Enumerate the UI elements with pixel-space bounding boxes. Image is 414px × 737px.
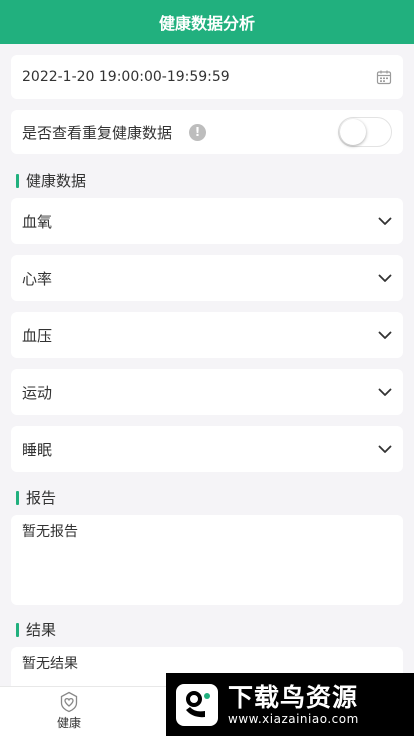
- accordion-label: 血氧: [22, 212, 53, 231]
- accordion-exercise[interactable]: 运动: [11, 369, 403, 415]
- repeat-data-toggle-row: 是否查看重复健康数据 !: [11, 110, 403, 154]
- section-accent-bar: [16, 622, 19, 637]
- watermark-url: www.xiazainiao.com: [228, 711, 359, 726]
- chevron-down-icon: [378, 217, 392, 225]
- accordion-label: 心率: [22, 269, 53, 288]
- chevron-down-icon: [378, 274, 392, 282]
- accordion-label: 运动: [22, 383, 53, 402]
- section-health-data: 健康数据: [16, 170, 86, 191]
- info-icon[interactable]: !: [189, 123, 207, 141]
- accordion-heart-rate[interactable]: 心率: [11, 255, 403, 301]
- nav-health-label: 健康: [56, 716, 81, 730]
- accordion-label: 血压: [22, 326, 53, 345]
- section-accent-bar: [16, 490, 19, 505]
- page-title: 健康数据分析: [158, 14, 255, 33]
- section-report-title: 报告: [26, 489, 57, 507]
- repeat-data-toggle-label: 是否查看重复健康数据: [22, 123, 173, 142]
- heart-shield-icon: [60, 691, 78, 713]
- section-health-title: 健康数据: [26, 172, 87, 190]
- report-content-card: 暂无报告: [11, 515, 403, 605]
- watermark-banner: 下载鸟资源 www.xiazainiao.com: [166, 673, 414, 736]
- chevron-down-icon: [378, 331, 392, 339]
- accordion-label: 睡眠: [22, 440, 53, 459]
- accordion-blood-oxygen[interactable]: 血氧: [11, 198, 403, 244]
- datetime-range-field[interactable]: 2022-1-20 19:00:00-19:59:59: [11, 55, 403, 99]
- nav-item-health[interactable]: 健康: [44, 691, 94, 731]
- app-header: 健康数据分析: [0, 0, 414, 44]
- section-report: 报告: [16, 487, 56, 508]
- watermark-text: 下载鸟资源 www.xiazainiao.com: [228, 682, 359, 726]
- section-accent-bar: [16, 173, 19, 188]
- watermark-title: 下载鸟资源: [228, 682, 359, 712]
- info-icon-glyph: !: [194, 125, 201, 139]
- repeat-data-switch[interactable]: [338, 117, 392, 147]
- accordion-sleep[interactable]: 睡眠: [11, 426, 403, 472]
- datetime-range-value: 2022-1-20 19:00:00-19:59:59: [22, 69, 230, 85]
- result-content: 暂无结果: [22, 656, 78, 672]
- section-result-title: 结果: [26, 621, 57, 639]
- chevron-down-icon: [378, 445, 392, 453]
- switch-knob: [340, 119, 366, 145]
- section-result: 结果: [16, 619, 56, 640]
- chevron-down-icon: [378, 388, 392, 396]
- watermark-logo-icon: [176, 683, 218, 726]
- calendar-icon[interactable]: [376, 69, 392, 85]
- accordion-blood-pressure[interactable]: 血压: [11, 312, 403, 358]
- report-content: 暂无报告: [22, 524, 78, 540]
